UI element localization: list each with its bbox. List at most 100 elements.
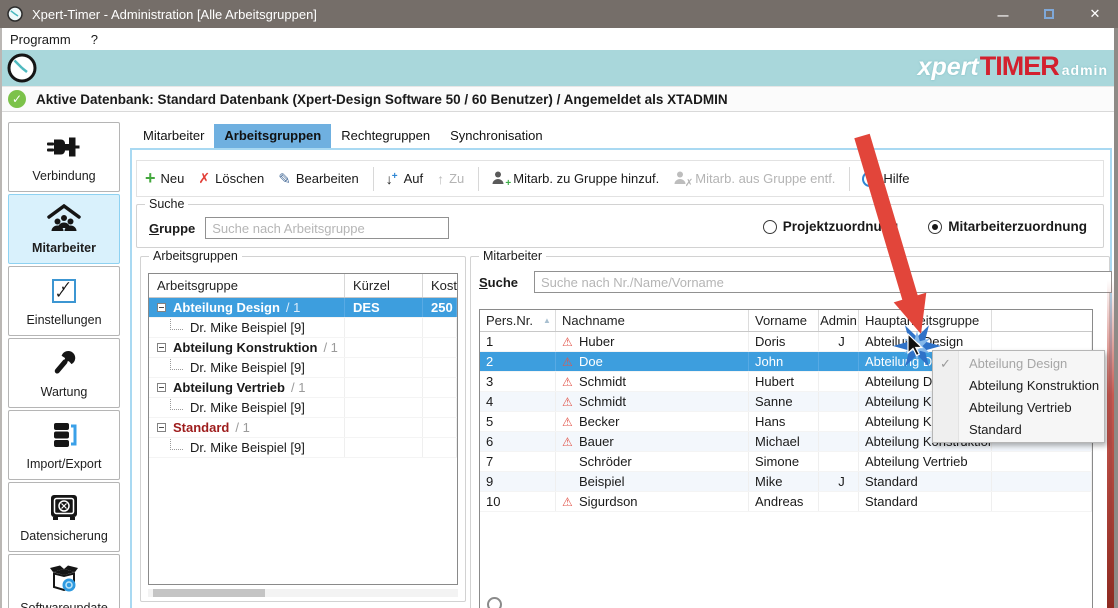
- sidebar: Verbindung Mitarbeiter Einstellungen: [2, 112, 126, 608]
- group-search-input[interactable]: [205, 217, 449, 239]
- menu-help[interactable]: ?: [81, 32, 108, 47]
- assignment-radio-group: Projektzuordnung Mitarbeiterzuordnung: [763, 219, 1087, 234]
- arbeitsgruppen-panel: Arbeitsgruppen Arbeitsgruppe Kürzel Kost…: [140, 256, 466, 602]
- horizontal-scrollbar[interactable]: [148, 589, 458, 597]
- column-header-admin[interactable]: Admin: [819, 310, 859, 331]
- new-button[interactable]: Neu: [145, 171, 184, 187]
- column-header-persnr[interactable]: Pers.Nr.: [480, 310, 556, 331]
- tab-rechtegruppen[interactable]: Rechtegruppen: [331, 124, 440, 148]
- group-child-row[interactable]: Dr. Mike Beispiel [9]: [149, 318, 457, 338]
- toolbar-separator: [849, 167, 850, 191]
- column-header-arbeitsgruppe[interactable]: Arbeitsgruppe: [149, 274, 345, 297]
- title-bar: Xpert-Timer - Administration [Alle Arbei…: [0, 0, 1118, 28]
- column-header-kost[interactable]: Kost: [423, 274, 457, 297]
- menu-item-abteilung-vertrieb[interactable]: Abteilung Vertrieb: [933, 397, 1104, 419]
- import-export-icon: [49, 419, 79, 451]
- move-up-button[interactable]: Auf: [386, 171, 423, 187]
- sidebar-item-label: Datensicherung: [20, 529, 108, 543]
- toolbar-separator: [478, 167, 479, 191]
- radio-icon: [763, 220, 777, 234]
- tab-synchronisation[interactable]: Synchronisation: [440, 124, 553, 148]
- member-row-7[interactable]: 7 Schröder Simone Abteilung Vertrieb: [480, 452, 1092, 472]
- maximize-icon: [1044, 9, 1054, 19]
- brand-xpert: xpert: [918, 53, 979, 82]
- mitarbeiter-panel-legend: Mitarbeiter: [479, 249, 546, 263]
- sidebar-item-mitarbeiter[interactable]: Mitarbeiter: [8, 194, 120, 264]
- collapse-icon[interactable]: [157, 423, 166, 432]
- tab-mitarbeiter[interactable]: Mitarbeiter: [133, 124, 214, 148]
- sidebar-item-label: Einstellungen: [26, 313, 101, 327]
- software-box-icon: [49, 563, 79, 595]
- remove-member-from-group-button[interactable]: ✗ Mitarb. aus Gruppe entf.: [673, 171, 835, 186]
- sidebar-item-einstellungen[interactable]: Einstellungen: [8, 266, 120, 336]
- warning-icon: [562, 434, 579, 449]
- sidebar-item-datensicherung[interactable]: Datensicherung: [8, 482, 120, 552]
- info-icon: [487, 597, 502, 608]
- menu-item-standard[interactable]: Standard: [933, 419, 1104, 441]
- scrollbar-thumb[interactable]: [153, 589, 265, 597]
- group-row-standard[interactable]: Standard/ 1: [149, 418, 457, 438]
- help-button[interactable]: Hilfe: [862, 171, 909, 187]
- edit-button[interactable]: Bearbeiten: [278, 170, 358, 188]
- check-circle-icon: [8, 90, 26, 108]
- maximize-button[interactable]: [1026, 0, 1072, 28]
- arbeitsgruppen-panel-legend: Arbeitsgruppen: [149, 249, 242, 263]
- group-row-abteilung-design[interactable]: Abteilung Design/ 1 DES 250: [149, 298, 457, 318]
- member-row-9[interactable]: 9 Beispiel Mike J Standard: [480, 472, 1092, 492]
- column-header-kuerzel[interactable]: Kürzel: [345, 274, 423, 297]
- group-row-abteilung-konstruktion[interactable]: Abteilung Konstruktion/ 1: [149, 338, 457, 358]
- x-icon: [198, 170, 210, 187]
- group-child-row[interactable]: Dr. Mike Beispiel [9]: [149, 398, 457, 418]
- column-header-empty: [992, 310, 1092, 331]
- status-bar: Aktive Datenbank: Standard Datenbank (Xp…: [0, 86, 1118, 112]
- sort-ascending-icon: [543, 316, 551, 325]
- group-row-abteilung-vertrieb[interactable]: Abteilung Vertrieb/ 1: [149, 378, 457, 398]
- brand-timer: TIMER: [980, 51, 1059, 82]
- sidebar-item-label: Verbindung: [32, 169, 95, 183]
- sidebar-item-softwareupdate[interactable]: Softwareupdate: [8, 554, 120, 608]
- plus-icon: [145, 171, 156, 187]
- logo-band: xpertTIMERadmin: [0, 50, 1118, 86]
- minimize-button[interactable]: [980, 0, 1026, 28]
- menu-programm[interactable]: Programm: [0, 32, 81, 47]
- arbeitsgruppen-table: Arbeitsgruppe Kürzel Kost Abteilung Desi…: [148, 273, 458, 585]
- window-controls: [980, 0, 1118, 28]
- search-groupbox-legend: Suche: [145, 197, 188, 211]
- collapse-icon[interactable]: [157, 383, 166, 392]
- tree-connector: [170, 399, 183, 410]
- collapse-icon[interactable]: [157, 303, 166, 312]
- radio-mitarbeiterzuordnung[interactable]: Mitarbeiterzuordnung: [928, 219, 1087, 234]
- radio-projektzuordnung[interactable]: Projektzuordnung: [763, 219, 899, 234]
- sidebar-item-import-export[interactable]: Import/Export: [8, 410, 120, 480]
- group-child-row[interactable]: Dr. Mike Beispiel [9]: [149, 438, 457, 458]
- safe-icon: [50, 491, 78, 523]
- member-row-1[interactable]: 1 Huber Doris J Abteilung Design: [480, 332, 1092, 352]
- delete-button[interactable]: Löschen: [198, 170, 264, 187]
- warning-icon: [562, 494, 579, 509]
- tree-connector: [170, 319, 183, 330]
- sidebar-item-verbindung[interactable]: Verbindung: [8, 122, 120, 192]
- column-header-vorname[interactable]: Vorname: [749, 310, 819, 331]
- warning-icon: [562, 394, 579, 409]
- add-member-to-group-button[interactable]: + Mitarb. zu Gruppe hinzuf.: [491, 171, 659, 186]
- column-header-hauptarbeitsgruppe[interactable]: Hauptarbeitsgruppe: [859, 310, 992, 331]
- toolbar: Neu Löschen Bearbeiten Auf Zu + Mitarb. …: [136, 160, 1104, 197]
- group-child-row[interactable]: Dr. Mike Beispiel [9]: [149, 358, 457, 378]
- close-button[interactable]: [1072, 0, 1118, 28]
- radio-selected-icon: [928, 220, 942, 234]
- member-search-input[interactable]: [534, 271, 1112, 293]
- tab-arbeitsgruppen[interactable]: Arbeitsgruppen: [214, 124, 331, 148]
- sidebar-item-wartung[interactable]: Wartung: [8, 338, 120, 408]
- checklist-icon: [52, 275, 76, 307]
- menu-item-abteilung-design[interactable]: Abteilung Design: [933, 353, 1104, 375]
- member-row-10[interactable]: 10 Sigurdson Andreas Standard: [480, 492, 1092, 512]
- search-groupbox: Suche Gruppe Projektzuordnung Mitarbeite…: [136, 204, 1104, 248]
- menu-item-abteilung-konstruktion[interactable]: Abteilung Konstruktion: [933, 375, 1104, 397]
- collapse-icon[interactable]: [157, 343, 166, 352]
- toolbar-separator: [373, 167, 374, 191]
- move-down-button[interactable]: Zu: [437, 171, 464, 187]
- brand-admin: admin: [1062, 62, 1108, 78]
- arbeitsgruppen-table-header: Arbeitsgruppe Kürzel Kost: [149, 274, 457, 298]
- person-remove-icon: ✗: [673, 171, 690, 186]
- column-header-nachname[interactable]: Nachname: [556, 310, 749, 331]
